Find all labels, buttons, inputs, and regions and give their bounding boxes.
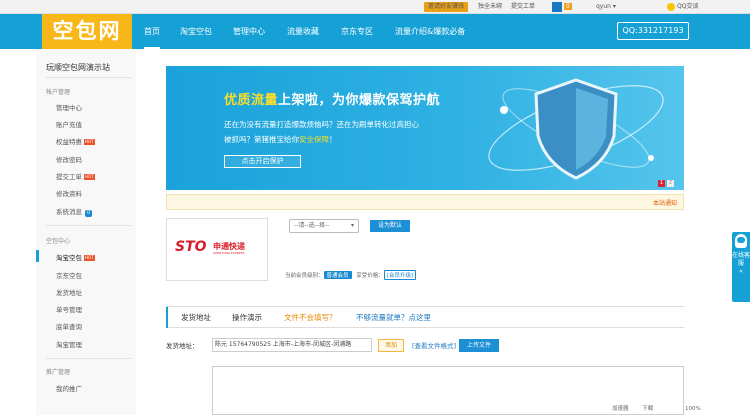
user-menu[interactable]: qyun ▾ bbox=[596, 2, 616, 12]
nav-management-center[interactable]: 管理中心 bbox=[233, 14, 265, 49]
username: qyun bbox=[596, 3, 611, 10]
bind-send-link[interactable]: 独全未绑 bbox=[478, 2, 502, 12]
sto-logo: STO bbox=[175, 239, 207, 255]
sidebar-item-tracking-numbers[interactable]: 单号管理 bbox=[56, 304, 82, 314]
qq-contact-box[interactable]: QQ:331217193 bbox=[617, 22, 689, 40]
price-label: 享受价格： bbox=[356, 273, 384, 279]
hot-badge: HOT bbox=[84, 174, 95, 180]
nav-taobao-empty-package[interactable]: 淘宝空包 bbox=[180, 14, 212, 49]
tab-demo[interactable]: 操作演示 bbox=[232, 312, 262, 323]
nav-traffic-favorites[interactable]: 流量收藏 bbox=[287, 14, 319, 49]
upload-file-button[interactable]: 上传文件 bbox=[459, 339, 499, 352]
sidebar-item-label: 淘宝空包 bbox=[56, 254, 82, 262]
divider bbox=[46, 77, 132, 78]
sidebar-item-benefits[interactable]: 权益特惠 HOT bbox=[56, 136, 95, 146]
invite-friends-button[interactable]: 邀请好友赚钱 bbox=[424, 2, 468, 12]
sidebar-item-change-password[interactable]: 修改密码 bbox=[56, 154, 82, 164]
add-address-button[interactable]: 添加 bbox=[378, 339, 404, 352]
sidebar-item-recharge[interactable]: 账户充值 bbox=[56, 119, 82, 129]
sidebar-item-management[interactable]: 管理中心 bbox=[56, 102, 82, 112]
accelerator-label[interactable]: 加速器 bbox=[612, 406, 629, 412]
zoom-level[interactable]: 100% bbox=[685, 406, 701, 412]
download-label[interactable]: 下载 bbox=[642, 406, 653, 412]
tab-file-help[interactable]: 文件不会填写？ bbox=[284, 312, 337, 323]
submit-ticket-link[interactable]: 提交工单 bbox=[511, 2, 535, 12]
sidebar-item-taobao-package[interactable]: 淘宝空包 HOT bbox=[56, 252, 95, 262]
banner-pager: 12 bbox=[656, 179, 674, 187]
set-default-button[interactable]: 设为默认 bbox=[370, 220, 410, 232]
upgrade-link[interactable]: [会员升级] bbox=[383, 270, 417, 280]
sidebar-item-messages[interactable]: 系统消息 0 bbox=[56, 206, 93, 217]
member-level-info: 当前会员级别： 普通会员 享受价格： [会员升级] bbox=[285, 270, 417, 280]
sidebar-title: 玩顺空包网演示站 bbox=[46, 63, 110, 72]
sidebar-item-shipping-address[interactable]: 发货地址 bbox=[56, 287, 82, 297]
qq-chat-label: QQ交谈 bbox=[677, 3, 699, 10]
banner-line-2: 被抓吗？第猪推宝给你安全保障！ bbox=[224, 135, 337, 144]
express-select[interactable]: --请--选--择-- bbox=[289, 219, 359, 233]
wallet-icon bbox=[552, 2, 562, 12]
divider bbox=[46, 358, 132, 359]
promo-banner[interactable]: 优质流量上架啦，为你爆款保驾护航 还在为没有流量打造爆款烦恼吗？还在为刷单转化过… bbox=[166, 66, 684, 190]
address-label: 发货地址： bbox=[166, 342, 199, 350]
message-count-badge: 0 bbox=[85, 210, 93, 217]
address-select[interactable]: 陈元 15764790525 上海市-上海市-闵城区-闵浦路 bbox=[212, 338, 372, 352]
shield-icon bbox=[488, 78, 664, 180]
site-notice-link[interactable]: 本站通知 bbox=[653, 198, 677, 207]
sidebar bbox=[36, 49, 136, 415]
active-indicator bbox=[36, 250, 39, 262]
qq-icon bbox=[667, 3, 675, 11]
site-notice-bar: 本站通知 bbox=[166, 194, 684, 210]
sidebar-item-receipt-query[interactable]: 底单查询 bbox=[56, 321, 82, 331]
tab-shipping-address[interactable]: 发货地址 bbox=[181, 312, 211, 323]
online-service-float[interactable]: 在线客服 « bbox=[732, 232, 750, 302]
qq-chat-button[interactable]: QQ交谈 bbox=[667, 2, 708, 12]
sidebar-item-submit-ticket[interactable]: 提交工单 HOT bbox=[56, 171, 95, 181]
express-logo-card: STO 申通快递 SHENTONG EXPRESS bbox=[166, 218, 268, 281]
sidebar-group-package-center: 空包中心 bbox=[46, 238, 71, 245]
online-service-label: 在线客服 bbox=[732, 252, 750, 267]
sidebar-item-label: 系统消息 bbox=[56, 208, 82, 216]
hot-badge: HOT bbox=[84, 139, 95, 145]
sidebar-item-my-promotion[interactable]: 我的推广 bbox=[56, 383, 82, 393]
balance-display[interactable]: 0 bbox=[552, 2, 572, 12]
sidebar-item-taobao-manage[interactable]: 淘宝管理 bbox=[56, 339, 82, 349]
top-utility-bar: 邀请好友赚钱 独全未绑 提交工单 0 qyun ▾ QQ交谈 bbox=[0, 0, 750, 14]
banner-page-1[interactable]: 1 bbox=[658, 180, 665, 187]
banner-page-2[interactable]: 2 bbox=[667, 180, 674, 187]
level-label: 当前会员级别： bbox=[285, 273, 324, 279]
tab-active-marker bbox=[166, 307, 168, 328]
nav-jd-zone[interactable]: 京东专区 bbox=[341, 14, 373, 49]
sidebar-group-account: 帐户管理 bbox=[46, 89, 71, 96]
enable-protection-button[interactable]: 点击开启保护 bbox=[224, 155, 301, 168]
hot-badge: HOT bbox=[84, 255, 95, 261]
sidebar-item-label: 权益特惠 bbox=[56, 138, 82, 146]
view-format-link[interactable]: [查看文件格式] bbox=[412, 340, 456, 350]
balance-value: 0 bbox=[563, 3, 572, 10]
site-logo[interactable]: 空包网 bbox=[42, 14, 132, 49]
sidebar-group-promotion: 推广管理 bbox=[46, 369, 71, 376]
tab-traffic-link[interactable]: 不够流量就单？点这里 bbox=[356, 312, 431, 323]
sidebar-item-edit-profile[interactable]: 修改资料 bbox=[56, 188, 82, 198]
nav-home[interactable]: 首页 bbox=[144, 14, 160, 49]
member-level-badge: 普通会员 bbox=[323, 271, 352, 279]
sidebar-item-label: 提交工单 bbox=[56, 173, 82, 181]
nav-traffic-intro[interactable]: 流量介绍&爆款必备 bbox=[395, 14, 465, 49]
sidebar-item-jd-package[interactable]: 京东空包 bbox=[56, 270, 82, 280]
browser-status-bar: 加速器 下载 100% bbox=[612, 404, 701, 412]
divider bbox=[46, 225, 132, 226]
express-name-en: SHENTONG EXPRESS bbox=[213, 251, 245, 255]
customer-service-icon bbox=[735, 234, 747, 248]
banner-line-1: 还在为没有流量打造爆款烦恼吗？还在为刷单转化过高担心 bbox=[224, 120, 419, 129]
banner-title: 优质流量上架啦，为你爆款保驾护航 bbox=[224, 93, 441, 108]
